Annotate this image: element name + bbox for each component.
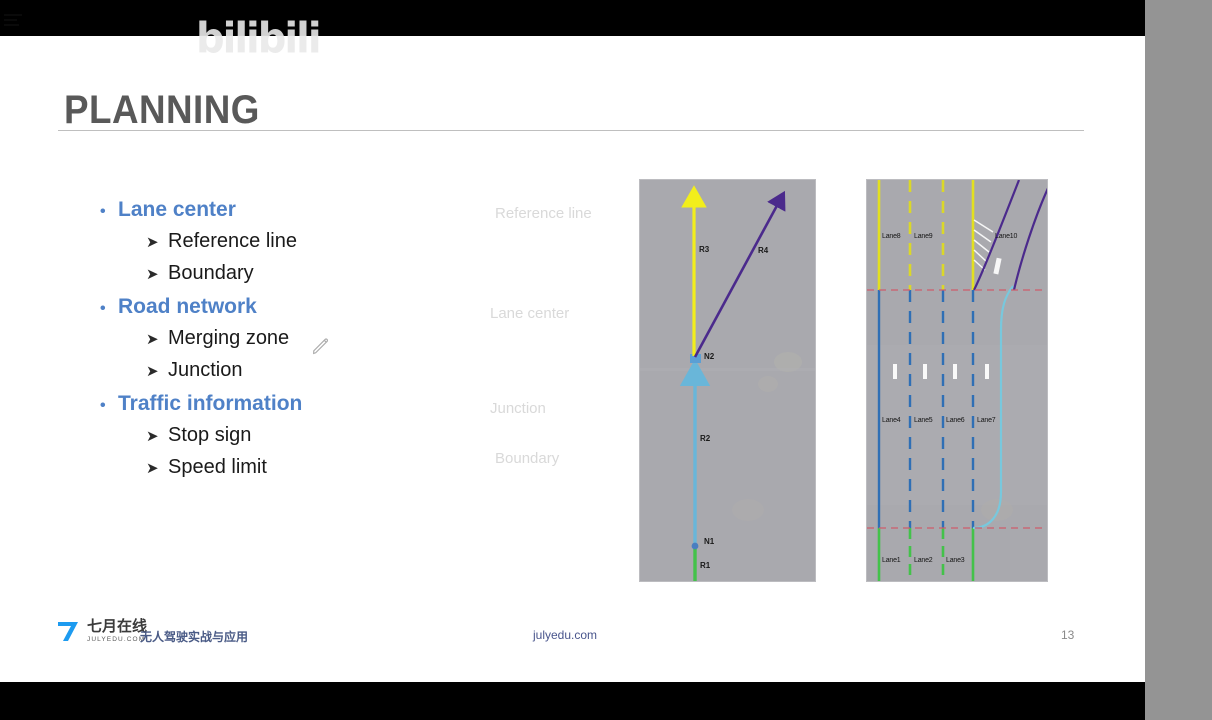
- lane-label-lane10: Lane10: [995, 233, 1018, 240]
- pencil-icon: [313, 338, 329, 355]
- subbullet-label: Junction: [168, 359, 243, 381]
- arrow-marker-icon: ➤: [146, 460, 159, 477]
- lane-label-lane2: Lane2: [914, 557, 933, 564]
- subbullet-label: Merging zone: [168, 327, 290, 349]
- bullet-label: Road network: [118, 295, 257, 318]
- arrow-marker-icon: ➤: [146, 234, 159, 251]
- arrow-marker-icon: ➤: [146, 331, 159, 348]
- segment-label-r4: R4: [758, 246, 769, 255]
- julyedu-logo-icon: [58, 622, 78, 641]
- node-label-n1: N1: [704, 537, 715, 546]
- lane-label-lane3: Lane3: [946, 557, 965, 564]
- node-label-n2: N2: [704, 352, 715, 361]
- segment-label-r1: R1: [700, 561, 711, 570]
- subbullet-label: Reference line: [168, 230, 297, 252]
- road-network-nodes-diagram: N2 N1 R1 R2 R3 R4: [639, 179, 816, 582]
- video-player-viewport: PLANNING • Lane center ➤ Reference line …: [0, 0, 1212, 720]
- bullet-lane-center: • Lane center: [100, 198, 530, 222]
- brand-name-en: JULYEDU.COM: [87, 636, 146, 643]
- subbullet-junction: ➤ Junction: [146, 359, 530, 382]
- arrow-marker-icon: ➤: [146, 266, 159, 283]
- page-right-gutter: [1145, 0, 1212, 720]
- road-network-svg: [640, 185, 815, 581]
- subbullet-boundary: ➤ Boundary: [146, 262, 530, 285]
- bullet-traffic-information: • Traffic information: [100, 392, 530, 416]
- lane-label-lane1: Lane1: [882, 557, 901, 564]
- lane-topology-svg: [867, 180, 1047, 581]
- arrow-marker-icon: ➤: [146, 428, 159, 445]
- segment-label-r2: R2: [700, 434, 711, 443]
- bullet-marker-icon: •: [100, 300, 106, 317]
- arrow-marker-icon: ➤: [146, 363, 159, 380]
- brand-name-cn: 七月在线: [87, 617, 148, 635]
- lane-label-lane7: Lane7: [977, 417, 996, 424]
- slide-page-number: 13: [1061, 628, 1075, 642]
- lane-label-lane9: Lane9: [914, 233, 933, 240]
- bullet-marker-icon: •: [100, 203, 106, 220]
- footer-url: julyedu.com: [533, 628, 598, 642]
- bullet-road-network: • Road network: [100, 295, 530, 319]
- lane-label-lane4: Lane4: [882, 417, 901, 424]
- player-letterbox-top: [0, 0, 1145, 36]
- course-subtitle: 无人驾驶实战与应用: [140, 630, 249, 644]
- page-title: PLANNING: [64, 88, 260, 132]
- bullet-label: Lane center: [118, 198, 236, 221]
- brand-logo: 七月在线 JULYEDU.COM: [56, 619, 147, 643]
- lane-label-lane8: Lane8: [882, 233, 901, 240]
- lane-label-lane5: Lane5: [914, 417, 933, 424]
- subbullet-reference-line: ➤ Reference line: [146, 230, 530, 253]
- bullet-marker-icon: •: [100, 397, 106, 414]
- subbullet-merging-zone: ➤ Merging zone: [146, 327, 530, 350]
- player-letterbox-bottom: [0, 682, 1145, 720]
- title-divider: [58, 130, 1084, 131]
- subbullet-label: Stop sign: [168, 424, 252, 446]
- subbullet-label: Boundary: [168, 262, 254, 284]
- segment-label-r3: R3: [699, 245, 710, 254]
- lane-topology-diagram: Lane1 Lane2 Lane3 Lane4 Lane5 Lane6 Lane…: [866, 179, 1048, 582]
- subbullet-speed-limit: ➤ Speed limit: [146, 456, 530, 479]
- subbullet-stop-sign: ➤ Stop sign: [146, 424, 530, 447]
- presentation-slide: PLANNING • Lane center ➤ Reference line …: [0, 36, 1145, 682]
- bullet-label: Traffic information: [118, 392, 303, 415]
- hamburger-icon[interactable]: [4, 14, 22, 28]
- lane-label-lane6: Lane6: [946, 417, 965, 424]
- subbullet-label: Speed limit: [168, 456, 267, 478]
